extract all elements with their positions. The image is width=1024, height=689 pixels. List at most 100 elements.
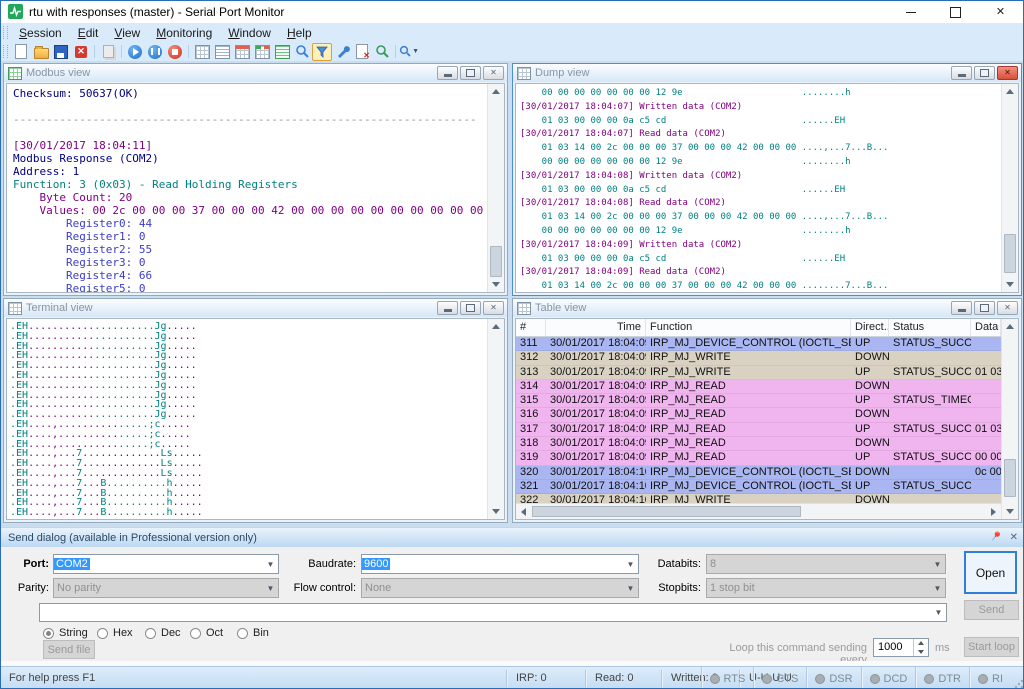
terminal-vscrollbar[interactable] xyxy=(487,319,504,519)
radio-bin[interactable]: Bin xyxy=(237,627,269,639)
chevron-down-icon[interactable]: ▼ xyxy=(930,584,945,593)
scroll-up-icon[interactable] xyxy=(488,84,504,99)
baudrate-combo[interactable]: 9600 ▼ xyxy=(361,554,639,574)
send-message-input[interactable]: ▼ xyxy=(39,603,947,622)
search-menu-icon[interactable]: ▼ xyxy=(399,43,419,61)
dump-view-titlebar[interactable]: Dump view ✕ xyxy=(513,64,1021,82)
col-number[interactable]: # xyxy=(516,319,546,336)
scroll-down-icon[interactable] xyxy=(1002,504,1018,519)
menu-monitoring[interactable]: Monitoring xyxy=(148,24,220,42)
col-direction[interactable]: Direct... xyxy=(851,319,889,336)
table-row[interactable]: 32230/01/2017 18:04:10IRP_MJ_WRITEDOWN xyxy=(516,494,1001,503)
modbus-view-icon[interactable] xyxy=(252,43,272,61)
spinner-up-icon[interactable] xyxy=(914,639,928,648)
dump-close-button[interactable]: ✕ xyxy=(997,66,1018,80)
table-minimize-button[interactable] xyxy=(951,301,972,315)
scroll-thumb[interactable] xyxy=(490,246,502,277)
loop-interval-spinner[interactable]: 1000 xyxy=(873,638,929,657)
chevron-down-icon[interactable]: ▼ xyxy=(930,560,945,569)
menubar-grip[interactable] xyxy=(3,26,8,39)
table-view-titlebar[interactable]: Table view ✕ xyxy=(513,299,1021,317)
radio-dec[interactable]: Dec xyxy=(145,627,181,639)
scroll-thumb[interactable] xyxy=(1004,459,1016,497)
table-row[interactable]: 31130/01/2017 18:04:09IRP_MJ_DEVICE_CONT… xyxy=(516,337,1001,351)
start-loop-button[interactable]: Start loop xyxy=(964,637,1019,657)
open-button[interactable]: Open xyxy=(964,551,1017,594)
dump-restore-button[interactable] xyxy=(974,66,995,80)
line-view-icon[interactable] xyxy=(212,43,232,61)
setup-highlight-icon[interactable] xyxy=(332,43,352,61)
scroll-up-icon[interactable] xyxy=(1002,319,1018,334)
pause-monitoring-icon[interactable] xyxy=(145,43,165,61)
col-status[interactable]: Status xyxy=(889,319,971,336)
stop-monitoring-icon[interactable] xyxy=(165,43,185,61)
table-row[interactable]: 31830/01/2017 18:04:09IRP_MJ_READDOWN xyxy=(516,437,1001,451)
terminal-view-icon[interactable] xyxy=(272,43,292,61)
search-zoom-icon[interactable] xyxy=(372,43,392,61)
table-row[interactable]: 32030/01/2017 18:04:10IRP_MJ_DEVICE_CONT… xyxy=(516,466,1001,480)
scroll-up-icon[interactable] xyxy=(488,319,504,334)
close-session-icon[interactable]: ✕ xyxy=(71,43,91,61)
dump-minimize-button[interactable] xyxy=(951,66,972,80)
table-header[interactable]: # Time Function Direct... Status Data xyxy=(516,319,1001,337)
modbus-restore-button[interactable] xyxy=(460,66,481,80)
open-session-icon[interactable] xyxy=(31,43,51,61)
search-icon[interactable] xyxy=(292,43,312,61)
port-combo[interactable]: COM2 ▼ xyxy=(53,554,279,574)
radio-oct[interactable]: Oct xyxy=(190,627,223,639)
dump-view-icon[interactable] xyxy=(232,43,252,61)
spinner-down-icon[interactable] xyxy=(914,648,928,657)
terminal-view-titlebar[interactable]: Terminal view ✕ xyxy=(4,299,507,317)
terminal-restore-button[interactable] xyxy=(460,301,481,315)
stopbits-combo[interactable]: 1 stop bit ▼ xyxy=(706,578,946,598)
table-row[interactable]: 32130/01/2017 18:04:10IRP_MJ_DEVICE_CONT… xyxy=(516,480,1001,494)
pin-icon[interactable]: 📍 xyxy=(987,529,1004,545)
table-row[interactable]: 31330/01/2017 18:04:09IRP_MJ_WRITEUPSTAT… xyxy=(516,366,1001,380)
table-vscrollbar[interactable] xyxy=(1001,319,1018,519)
minimize-button[interactable] xyxy=(888,1,933,23)
scroll-down-icon[interactable] xyxy=(488,504,504,519)
start-monitoring-icon[interactable] xyxy=(125,43,145,61)
terminal-minimize-button[interactable] xyxy=(437,301,458,315)
col-function[interactable]: Function xyxy=(646,319,851,336)
scroll-left-icon[interactable] xyxy=(516,504,531,519)
send-button[interactable]: Send xyxy=(964,600,1019,620)
scroll-thumb[interactable] xyxy=(1004,234,1016,273)
table-view-icon[interactable] xyxy=(192,43,212,61)
table-row[interactable]: 31230/01/2017 18:04:09IRP_MJ_WRITEDOWN xyxy=(516,351,1001,365)
scroll-down-icon[interactable] xyxy=(1002,277,1018,292)
resize-grip[interactable] xyxy=(1014,679,1024,689)
table-close-button[interactable]: ✕ xyxy=(997,301,1018,315)
table-row[interactable]: 31630/01/2017 18:04:09IRP_MJ_READDOWN xyxy=(516,408,1001,422)
scroll-right-icon[interactable] xyxy=(986,504,1001,519)
chevron-down-icon[interactable]: ▼ xyxy=(263,560,278,569)
reopen-session-icon[interactable] xyxy=(98,43,118,61)
table-row[interactable]: 31930/01/2017 18:04:09IRP_MJ_READUPSTATU… xyxy=(516,451,1001,465)
parity-combo[interactable]: No parity ▼ xyxy=(53,578,279,598)
col-data[interactable]: Data xyxy=(971,319,1001,336)
maximize-button[interactable] xyxy=(933,1,978,23)
scroll-up-icon[interactable] xyxy=(1002,84,1018,99)
databits-combo[interactable]: 8 ▼ xyxy=(706,554,946,574)
scroll-down-icon[interactable] xyxy=(488,277,504,292)
scroll-thumb[interactable] xyxy=(532,506,801,517)
radio-string[interactable]: String xyxy=(43,627,88,639)
menu-session[interactable]: Session xyxy=(11,24,70,42)
modbus-close-button[interactable]: ✕ xyxy=(483,66,504,80)
menu-view[interactable]: View xyxy=(106,24,148,42)
close-button[interactable]: ✕ xyxy=(978,1,1023,23)
new-session-icon[interactable] xyxy=(11,43,31,61)
table-row[interactable]: 31430/01/2017 18:04:09IRP_MJ_READDOWN xyxy=(516,380,1001,394)
modbus-minimize-button[interactable] xyxy=(437,66,458,80)
radio-hex[interactable]: Hex xyxy=(97,627,133,639)
modbus-vscrollbar[interactable] xyxy=(487,84,504,292)
table-row[interactable]: 31530/01/2017 18:04:09IRP_MJ_READUPSTATU… xyxy=(516,394,1001,408)
flow-control-combo[interactable]: None ▼ xyxy=(361,578,639,598)
terminal-close-button[interactable]: ✕ xyxy=(483,301,504,315)
send-file-button[interactable]: Send file xyxy=(43,640,95,659)
table-hscrollbar[interactable] xyxy=(516,503,1001,519)
clear-icon[interactable]: ✕ xyxy=(352,43,372,61)
table-restore-button[interactable] xyxy=(974,301,995,315)
modbus-view-titlebar[interactable]: Modbus view ✕ xyxy=(4,64,507,82)
panel-close-icon[interactable]: ✕ xyxy=(1010,532,1018,543)
